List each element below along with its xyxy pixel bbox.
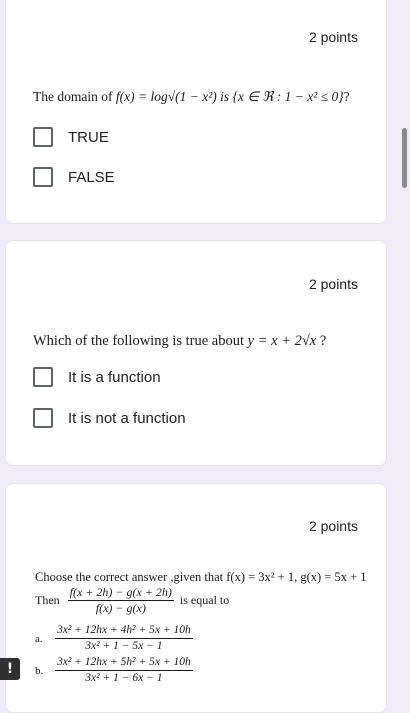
fraction-numerator: 3x² + 12hx + 5h² + 5x + 10h	[55, 656, 193, 671]
warning-icon[interactable]: !	[0, 658, 20, 680]
option-is-function[interactable]: It is a function	[33, 366, 161, 388]
question-prefix: Which of the following is true about	[33, 333, 248, 349]
question-expression: Then f(x + 2h) − g(x + 2h) f(x) − g(x) i…	[35, 586, 229, 615]
fraction-denominator: 3x² + 1 − 6x − 1	[85, 672, 163, 684]
option-label: It is not a function	[68, 409, 186, 427]
checkbox-icon[interactable]	[33, 408, 53, 428]
question-math: y = x + 2√x	[247, 333, 317, 349]
option-b[interactable]: b. 3x² + 12hx + 5h² + 5x + 10h 3x² + 1 −…	[35, 656, 193, 685]
fraction-denominator: 3x² + 1 − 5x − 1	[85, 640, 163, 652]
checkbox-icon[interactable]	[33, 167, 53, 187]
checkbox-icon[interactable]	[33, 127, 53, 147]
option-fraction: 3x² + 12hx + 4h² + 5x + 10h 3x² + 1 − 5x…	[55, 624, 193, 653]
question-prefix: The domain of	[33, 89, 116, 104]
option-label: TRUE	[68, 128, 109, 146]
option-a[interactable]: a. 3x² + 12hx + 4h² + 5x + 10h 3x² + 1 −…	[35, 624, 193, 653]
question-suffix: ?	[316, 333, 327, 349]
question-text: The domain of f(x) = log√(1 − x²) is {x …	[33, 89, 350, 105]
expression-fraction: f(x + 2h) − g(x + 2h) f(x) − g(x)	[67, 585, 174, 615]
question-text: Choose the correct answer ,given that f(…	[35, 570, 367, 584]
fraction-numerator: 3x² + 12hx + 4h² + 5x + 10h	[55, 624, 193, 639]
scrollbar-thumb[interactable]	[402, 128, 407, 188]
option-fraction: 3x² + 12hx + 5h² + 5x + 10h 3x² + 1 − 6x…	[55, 656, 193, 685]
question-suffix: ?	[343, 89, 350, 104]
points-label: 2 points	[308, 29, 358, 45]
option-false[interactable]: FALSE	[33, 166, 115, 188]
option-label: It is a function	[68, 368, 161, 386]
then-suffix: is equal to	[179, 593, 230, 607]
question-card-1: 2 points The domain of f(x) = log√(1 − x…	[5, 0, 387, 224]
fraction-denominator: f(x) − g(x)	[95, 601, 146, 615]
option-letter: b.	[35, 664, 44, 677]
option-label: FALSE	[68, 168, 115, 186]
fraction-numerator: f(x + 2h) − g(x + 2h)	[67, 585, 174, 601]
points-label: 2 points	[308, 518, 358, 534]
question-card-3: 2 points Choose the correct answer ,give…	[5, 483, 387, 713]
then-label: Then	[35, 593, 60, 607]
question-text: Which of the following is true about y =…	[33, 333, 326, 350]
option-is-not-function[interactable]: It is not a function	[33, 407, 186, 429]
question-math: f(x) = log√(1 − x²) is {x ∈ ℜ : 1 − x² ≤…	[115, 89, 344, 104]
question-card-2: 2 points Which of the following is true …	[5, 240, 387, 466]
option-true[interactable]: TRUE	[33, 126, 109, 148]
option-letter: a.	[35, 632, 43, 645]
checkbox-icon[interactable]	[33, 367, 53, 387]
points-label: 2 points	[308, 276, 358, 292]
